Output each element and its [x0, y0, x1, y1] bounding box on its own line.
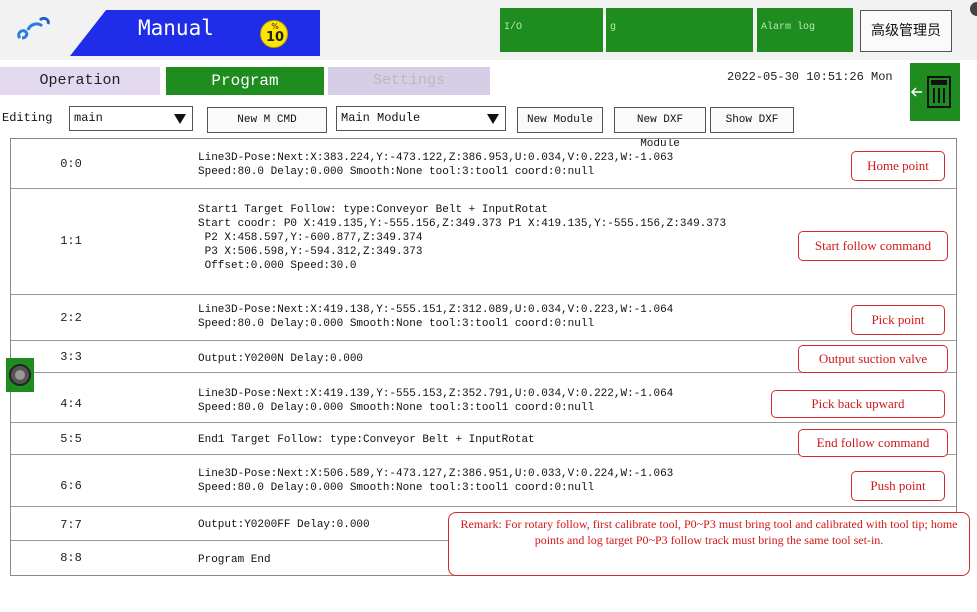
main-tabs: Operation Program Settings 2022-05-30 10… [0, 64, 977, 96]
side-panel-toggle[interactable] [910, 63, 960, 121]
corner-indicator-icon [970, 2, 977, 16]
link-logo-icon [17, 16, 50, 40]
module-select-value: Main Module [341, 111, 421, 125]
new-module-button[interactable]: New Module [517, 107, 603, 133]
editing-label: Editing [2, 111, 53, 125]
annotation-push-point: Push point [851, 471, 945, 501]
editing-toolbar: Editing main New M CMD Main Module New M… [0, 104, 977, 150]
tab-settings[interactable]: Settings [328, 67, 490, 95]
row-number: 0:0 [60, 157, 82, 171]
row-command: Output:Y0200N Delay:0.000 [198, 353, 364, 365]
program-row[interactable]: 6:6 Line3D-Pose:Next:X:506.589,Y:-473.12… [11, 455, 956, 507]
row-number: 1:1 [60, 234, 82, 248]
floating-knob[interactable] [6, 358, 34, 392]
chevron-down-icon [487, 114, 499, 124]
row-command: Line3D-Pose:Next:X:419.139,Y:-555.153,Z:… [198, 388, 674, 414]
row-number: 2:2 [60, 311, 82, 325]
annotation-pick-back: Pick back upward [771, 390, 945, 418]
row-command: Line3D-Pose:Next:X:419.138,Y:-555.151,Z:… [198, 304, 674, 330]
row-number: 8:8 [60, 551, 82, 565]
dial-icon [9, 364, 31, 386]
show-dxf-button[interactable]: Show DXF [710, 107, 794, 133]
datetime-display: 2022-05-30 10:51:26 Mon [727, 70, 893, 84]
row-command: Program End [198, 554, 271, 566]
program-row[interactable]: 2:2 Line3D-Pose:Next:X:419.138,Y:-555.15… [11, 295, 956, 341]
row-number: 4:4 [60, 397, 82, 411]
annotation-output-valve: Output suction valve [798, 345, 948, 373]
new-dxf-module-button[interactable]: New DXF Module [614, 107, 706, 150]
speed-badge[interactable]: % 10 [260, 20, 288, 48]
annotation-remark: Remark: For rotary follow, first calibra… [448, 512, 970, 576]
annotation-home-point: Home point [851, 151, 945, 181]
tab-operation[interactable]: Operation [0, 67, 160, 95]
annotation-end-follow: End follow command [798, 429, 948, 457]
io-box[interactable]: I/O [500, 8, 603, 52]
speed-value: 10 [265, 30, 285, 45]
row-command: Output:Y0200FF Delay:0.000 [198, 519, 370, 531]
row-number: 5:5 [60, 432, 82, 446]
new-m-cmd-button[interactable]: New M CMD [207, 107, 327, 133]
status-box[interactable]: g [606, 8, 753, 52]
row-number: 6:6 [60, 479, 82, 493]
alarm-log-box[interactable]: Alarm log [757, 8, 853, 52]
mode-label[interactable]: Manual [138, 16, 214, 40]
keypad-arrow-icon [910, 76, 951, 108]
row-command: Line3D-Pose:Next:X:383.224,Y:-473.122,Z:… [198, 152, 674, 178]
top-bar: Manual % 10 I/O g Alarm log 高级管理员 [0, 0, 977, 60]
program-select[interactable]: main [69, 106, 193, 131]
annotation-start-follow: Start follow command [798, 231, 948, 261]
chevron-down-icon [174, 114, 186, 124]
module-select[interactable]: Main Module [336, 106, 506, 131]
row-command: Line3D-Pose:Next:X:506.589,Y:-473.127,Z:… [198, 468, 674, 494]
row-number: 7:7 [60, 518, 82, 532]
user-role-button[interactable]: 高级管理员 [860, 10, 952, 52]
bottom-bar [0, 580, 977, 612]
row-command: Start1 Target Follow: type:Conveyor Belt… [198, 204, 727, 272]
program-row[interactable]: 0:0 Line3D-Pose:Next:X:383.224,Y:-473.12… [11, 139, 956, 189]
annotation-pick-point: Pick point [851, 305, 945, 335]
tab-program[interactable]: Program [166, 67, 324, 95]
row-command: End1 Target Follow: type:Conveyor Belt +… [198, 434, 535, 446]
program-select-value: main [74, 111, 103, 125]
